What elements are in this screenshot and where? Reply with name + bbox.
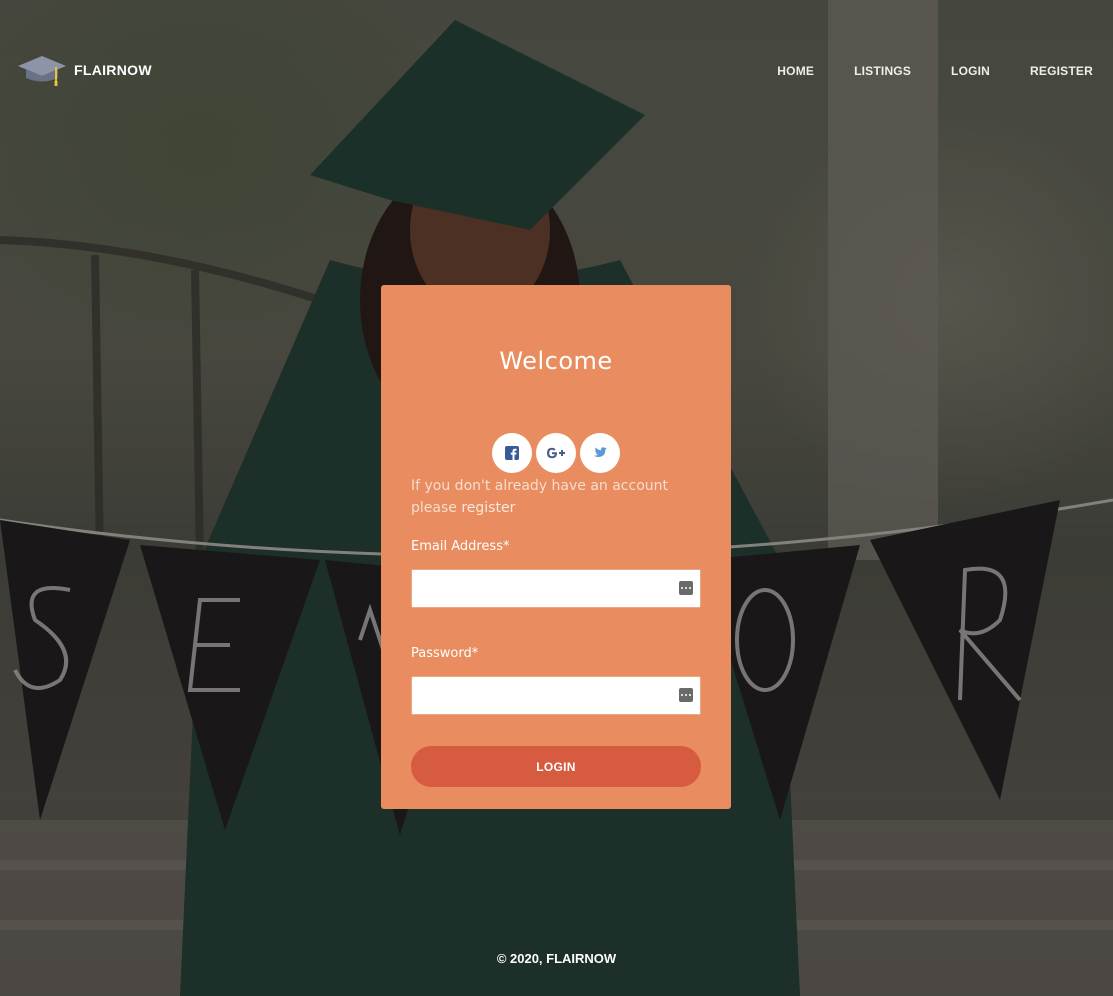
password-label: Password* [411, 646, 479, 661]
password-field-wrapper [411, 676, 701, 715]
login-button[interactable]: LOGIN [411, 746, 701, 787]
register-prompt: If you don't already have an account ple… [411, 475, 701, 519]
welcome-title: Welcome [499, 347, 613, 375]
nav-home[interactable]: HOME [777, 64, 814, 78]
graduation-cap-icon [18, 56, 66, 86]
login-card: Welcome If you don't already have an acc… [381, 285, 731, 809]
main-nav: HOME LISTINGS LOGIN REGISTER [737, 64, 1093, 78]
page: FLAIRNOW HOME LISTINGS LOGIN REGISTER We… [0, 0, 1113, 996]
password-manager-icon[interactable] [679, 688, 693, 702]
brand[interactable]: FLAIRNOW [16, 52, 152, 88]
password-manager-icon[interactable] [679, 581, 693, 595]
google-plus-login-button[interactable] [536, 433, 576, 473]
nav-listings[interactable]: LISTINGS [854, 64, 911, 78]
facebook-login-button[interactable] [492, 433, 532, 473]
nav-login[interactable]: LOGIN [951, 64, 990, 78]
email-field[interactable] [412, 570, 672, 605]
nav-register[interactable]: REGISTER [1030, 64, 1093, 78]
email-field-wrapper [411, 569, 701, 608]
twitter-icon [593, 447, 607, 457]
register-prompt-text: If you don't already have an account ple… [411, 478, 669, 516]
google-plus-icon [547, 447, 565, 459]
footer-copyright: © 2020, FLAIRNOW [496, 951, 617, 966]
facebook-icon [505, 446, 519, 460]
twitter-login-button[interactable] [580, 433, 620, 473]
email-label: Email Address* [411, 539, 510, 554]
social-login-group [411, 433, 701, 473]
password-field[interactable] [412, 677, 672, 712]
brand-name: FLAIRNOW [74, 62, 152, 78]
register-link[interactable]: register [461, 500, 515, 516]
